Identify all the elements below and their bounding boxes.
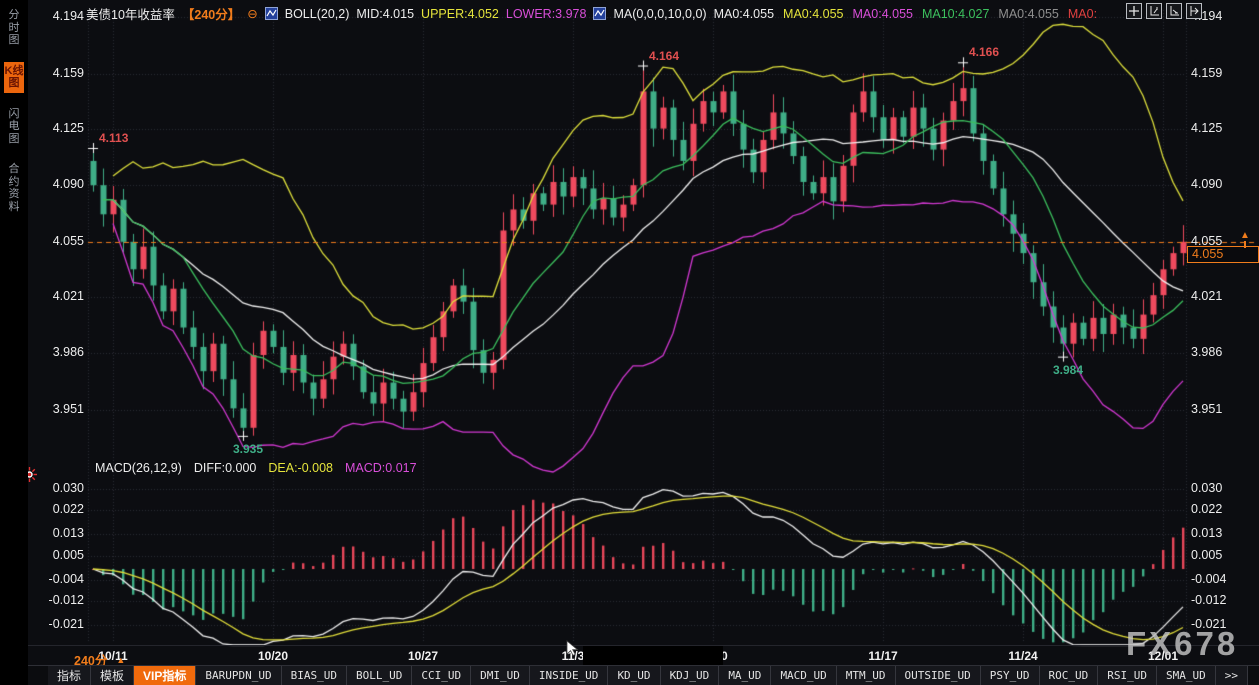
- price-axis-label-left: 4.125: [42, 121, 84, 135]
- macd-axis-label-right: 0.030: [1191, 481, 1222, 495]
- latest-price-arrow-icon[interactable]: ▲: [1240, 231, 1250, 248]
- symbol-title: 美债10年收益率: [86, 4, 175, 23]
- indicator-tab-INSIDEUD[interactable]: INSIDE_UD: [530, 666, 609, 685]
- indicator-tab-模板[interactable]: 模板: [91, 666, 134, 685]
- indicator-tab-MAUD[interactable]: MA_UD: [719, 666, 771, 685]
- price-annotation-low: 3.935: [233, 442, 263, 456]
- ma-readout: MA0:4.055: [714, 7, 774, 21]
- boll-lower-readout: LOWER:3.978: [506, 7, 587, 21]
- current-price-value: 4.055: [1192, 247, 1223, 261]
- indicator-tab-BIASUD[interactable]: BIAS_UD: [282, 666, 347, 685]
- pan-right-icon[interactable]: [1186, 3, 1202, 19]
- ma-readout: MA0:: [1068, 7, 1097, 21]
- boll-mid-readout: MID:4.015: [356, 7, 414, 21]
- boll-label: BOLL(20,2): [285, 7, 350, 21]
- indicator-tab-OUTSIDEUD[interactable]: OUTSIDE_UD: [896, 666, 981, 685]
- sidebar-tab-合约资料[interactable]: 合约资料: [4, 160, 24, 216]
- indicator-tab-[interactable]: >>: [1216, 666, 1248, 685]
- date-axis-label: 11/17: [864, 649, 902, 663]
- ma-readout: MA0:4.055: [783, 7, 843, 21]
- price-axis-label-left: 4.194: [42, 9, 84, 23]
- mouse-cursor-icon: [566, 640, 580, 663]
- current-price-tag: 4.055: [1187, 246, 1259, 263]
- date-axis-label: 10/20: [254, 649, 292, 663]
- price-axis-label-right: 4.090: [1191, 177, 1222, 191]
- indicator-tab-CCIUD[interactable]: CCI_UD: [412, 666, 471, 685]
- price-axis-label-left: 3.986: [42, 345, 84, 359]
- date-axis-label: 10/27: [404, 649, 442, 663]
- price-axis-label-right: 4.159: [1191, 66, 1222, 80]
- indicator-tab-bar: 指标模板VIP指标BARUPDN_UDBIAS_UDBOLL_UDCCI_UDD…: [28, 665, 1259, 685]
- period-tag[interactable]: 【240分】: [182, 4, 240, 23]
- macd-axis-label-left: 0.013: [42, 526, 84, 540]
- macd-axis-label-right: 0.005: [1191, 548, 1222, 562]
- indicator-tab-PSYUD[interactable]: PSY_UD: [981, 666, 1040, 685]
- price-axis-label-right: 3.986: [1191, 345, 1222, 359]
- macd-axis-label-left: 0.030: [42, 481, 84, 495]
- price-axis-label-left: 4.055: [42, 234, 84, 248]
- indicator-tab-VIP指标[interactable]: VIP指标: [134, 666, 196, 685]
- price-axis-label-right: 4.021: [1191, 289, 1222, 303]
- macd-macd-readout: MACD:0.017: [345, 461, 417, 475]
- macd-axis-label-right: -0.012: [1191, 593, 1226, 607]
- macd-axis-label-right: 0.013: [1191, 526, 1222, 540]
- macd-dea-readout: DEA:-0.008: [268, 461, 333, 475]
- indicator-tab-MACDUD[interactable]: MACD_UD: [771, 666, 836, 685]
- price-axis-label-left: 4.021: [42, 289, 84, 303]
- sidebar-tab-K线图[interactable]: K线图: [4, 62, 24, 93]
- indicator-tab-KDJUD[interactable]: KDJ_UD: [661, 666, 720, 685]
- boll-upper-readout: UPPER:4.052: [421, 7, 499, 21]
- price-annotation-low: 3.984: [1053, 363, 1083, 377]
- macd-header: MACD(26,12,9) DIFF:0.000 DEA:-0.008 MACD…: [95, 461, 417, 475]
- macd-diff-readout: DIFF:0.000: [194, 461, 257, 475]
- price-axis-label-left: 3.951: [42, 402, 84, 416]
- macd-axis-label-left: 0.005: [42, 548, 84, 562]
- dropup-triangle-icon: ▲: [116, 655, 125, 665]
- indicator-tab-MTMUD[interactable]: MTM_UD: [837, 666, 896, 685]
- window-controls: [1126, 3, 1202, 19]
- indicator-tab-BARUPDNUD[interactable]: BARUPDN_UD: [196, 666, 281, 685]
- ma-indicator-icon[interactable]: [593, 7, 606, 20]
- indicator-tab-BOLLUD[interactable]: BOLL_UD: [347, 666, 412, 685]
- indicator-tab-KDUD[interactable]: KD_UD: [608, 666, 660, 685]
- macd-axis-label-left: -0.012: [42, 593, 84, 607]
- macd-label: MACD(26,12,9): [95, 461, 182, 475]
- ma-readout: MA10:4.027: [922, 7, 989, 21]
- macd-axis-label-left: -0.021: [42, 617, 84, 631]
- macd-axis-label-right: 0.022: [1191, 502, 1222, 516]
- ma-label: MA(0,0,0,10,0,0): [613, 7, 706, 21]
- indicator-tab-ROCUD[interactable]: ROC_UD: [1040, 666, 1099, 685]
- indicator-tab-DMIUD[interactable]: DMI_UD: [471, 666, 530, 685]
- boll-indicator-icon[interactable]: [265, 7, 278, 20]
- price-axis-label-right: 4.125: [1191, 121, 1222, 135]
- chart-type-sidebar: 分时图 K线图闪电图合约资料: [0, 0, 28, 685]
- candlestick-chart-canvas[interactable]: [0, 0, 1259, 685]
- macd-axis-label-right: -0.004: [1191, 572, 1226, 586]
- sidebar-tab-闪电图[interactable]: 闪电图: [4, 105, 24, 149]
- tooltip-box: [583, 646, 723, 667]
- price-axis-label-left: 4.159: [42, 66, 84, 80]
- price-axis-label-right: 3.951: [1191, 402, 1222, 416]
- indicator-tab-RSIUD[interactable]: RSI_UD: [1098, 666, 1157, 685]
- date-axis-label: 11/24: [1004, 649, 1042, 663]
- indicator-tab-指标[interactable]: 指标: [48, 666, 91, 685]
- collapse-icon[interactable]: ⊖: [247, 6, 257, 21]
- scale-y-axis-icon[interactable]: [1146, 3, 1162, 19]
- ma-readout: MA0:4.055: [998, 7, 1058, 21]
- indicator-tab-SMAUD[interactable]: SMA_UD: [1157, 666, 1216, 685]
- watermark: FX678: [1126, 625, 1238, 663]
- ma-readouts: MA0:4.055 MA0:4.055 MA0:4.055 MA10:4.027 MA0…: [714, 7, 1097, 21]
- sidebar-tab-分时图[interactable]: 分时图: [4, 6, 24, 50]
- price-axis-label-left: 4.090: [42, 177, 84, 191]
- move-icon[interactable]: [1126, 3, 1142, 19]
- chart-window: 分时图 K线图闪电图合约资料 美债10年收益率 【240分】 ⊖ BOLL(20,…: [0, 0, 1259, 685]
- macd-axis-label-left: 0.022: [42, 502, 84, 516]
- price-annotation-high: 4.166: [969, 45, 999, 59]
- scale-x-axis-icon[interactable]: [1166, 3, 1182, 19]
- price-annotation-high: 4.113: [99, 131, 128, 145]
- ma-readout: MA0:4.055: [853, 7, 913, 21]
- indicator-header: 美债10年收益率 【240分】 ⊖ BOLL(20,2) MID:4.015 U…: [86, 4, 1097, 23]
- macd-axis-label-left: -0.004: [42, 572, 84, 586]
- price-annotation-high: 4.164: [649, 49, 679, 63]
